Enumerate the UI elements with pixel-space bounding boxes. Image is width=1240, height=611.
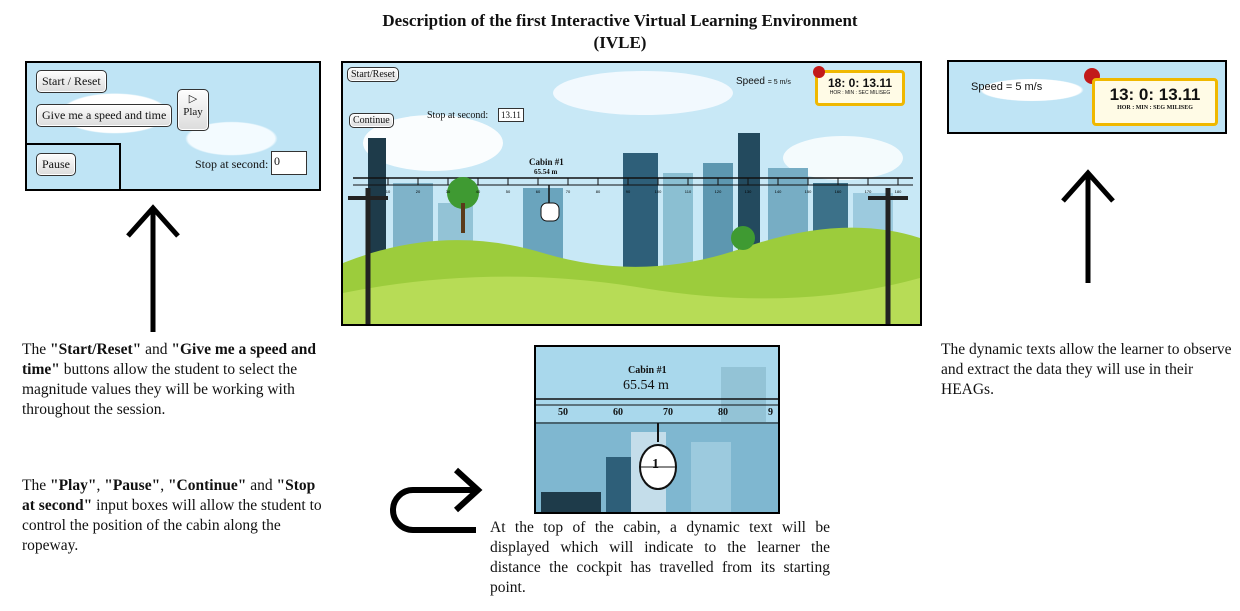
ruler-tick-label: 70 (566, 189, 571, 194)
ruler-tick-label: 20 (416, 189, 421, 194)
clock-display-scene: 18: 0: 13.11 HOR : MIN : SEC MILISEG (815, 70, 905, 106)
cabin-distance-scene: 65.54 m (534, 168, 558, 176)
ruler-tick-label: 120 (715, 189, 722, 194)
play-label: Play (183, 106, 203, 118)
pause-button[interactable]: Pause (36, 153, 76, 176)
ruler-tick-label: 90 (626, 189, 631, 194)
stop-at-second-label: Stop at second: (195, 157, 269, 171)
play-button[interactable]: ▷ Play (177, 89, 209, 131)
zoom-cabin-label: Cabin #1 (628, 365, 667, 376)
clock-icon-scene (813, 66, 825, 78)
ruler-tick-label: 60 (536, 189, 541, 194)
clock-display: 13: 0: 13.11 HOR : MIN : SEG MILISEG (1092, 78, 1218, 126)
speed-label-scene: Speed = 5 m/s (736, 76, 791, 87)
curved-arrow (390, 467, 483, 533)
ruler-tick-label: 170 (865, 189, 872, 194)
start-reset-button[interactable]: Start / Reset (36, 70, 107, 93)
ruler-tick-label: 50 (506, 189, 511, 194)
stop-at-second-input-scene[interactable]: 13.11 (498, 108, 524, 122)
stop-at-second-label-scene: Stop at second: (427, 110, 489, 121)
description-buttons-speed: The "Start/Reset" and "Give me a speed a… (22, 341, 317, 418)
ruler-tick-label: 150 (805, 189, 812, 194)
zoom-tick-9: 9 (768, 407, 773, 418)
title-line-2: (IVLE) (593, 33, 647, 52)
clock-units-scene: HOR : MIN : SEC MILISEG (829, 90, 891, 96)
description-play-controls: The "Play", "Pause", "Continue" and "Sto… (22, 477, 322, 554)
ruler-tick-label: 180 (895, 189, 902, 194)
zoom-tick-50: 50 (558, 407, 568, 418)
ruler-tick-label: 140 (775, 189, 782, 194)
ruler-tick-label: 100 (655, 189, 662, 194)
continue-button[interactable]: Continue (349, 113, 394, 128)
description-dynamic-texts: The dynamic texts allow the learner to o… (941, 341, 1232, 398)
speed-text: Speed = 5 m/s (971, 81, 1043, 93)
description-dynamic-distance: At the top of the cabin, a dynamic text … (490, 519, 830, 596)
cabin-zoom-panel: Cabin #1 65.54 m 50 60 70 80 9 1 (534, 345, 780, 514)
arrow-up-right (1061, 169, 1115, 283)
ruler-tick-label: 10 (386, 189, 391, 194)
page-title: Description of the first Interactive Vir… (0, 10, 1240, 54)
zoom-tick-60: 60 (613, 407, 623, 418)
zoom-cabin-number: 1 (652, 457, 659, 472)
cabin-label-scene: Cabin #1 (529, 157, 564, 167)
clock-time-scene: 18: 0: 13.11 (827, 76, 893, 90)
clock-time: 13: 0: 13.11 (1109, 85, 1201, 104)
ruler-tick-label: 40 (476, 189, 481, 194)
zoom-tick-80: 80 (718, 407, 728, 418)
ruler-tick-label: 30 (446, 189, 451, 194)
play-icon: ▷ (188, 93, 198, 105)
stop-at-second-input[interactable]: 0 (271, 151, 307, 175)
simulation-panel: 10 20 30 40 50 60 70 80 90 100 110 120 130 140 150 160 1… (341, 61, 922, 326)
title-line-1: Description of the first Interactive Vir… (382, 11, 858, 30)
ruler-tick-label: 110 (685, 189, 692, 194)
ruler-tick-label: 130 (745, 189, 752, 194)
arrow-up-left (126, 204, 180, 332)
zoom-tick-70: 70 (663, 407, 673, 418)
start-reset-button-scene[interactable]: Start/Reset (347, 67, 399, 82)
zoom-cabin-distance: 65.54 m (623, 378, 669, 393)
controls-panel: Start / Reset Give me a speed and time ▷… (25, 61, 321, 191)
dynamic-text-panel: Speed = 5 m/s 13: 0: 13.11 HOR : MIN : S… (947, 60, 1227, 134)
clock-units: HOR : MIN : SEG MILISEG (1117, 105, 1193, 111)
start-reset-emphasis: "Start/Reset" (49, 341, 142, 358)
ruler-tick-label: 160 (835, 189, 842, 194)
give-speed-time-button[interactable]: Give me a speed and time (36, 104, 173, 127)
ruler-tick-label: 80 (596, 189, 601, 194)
